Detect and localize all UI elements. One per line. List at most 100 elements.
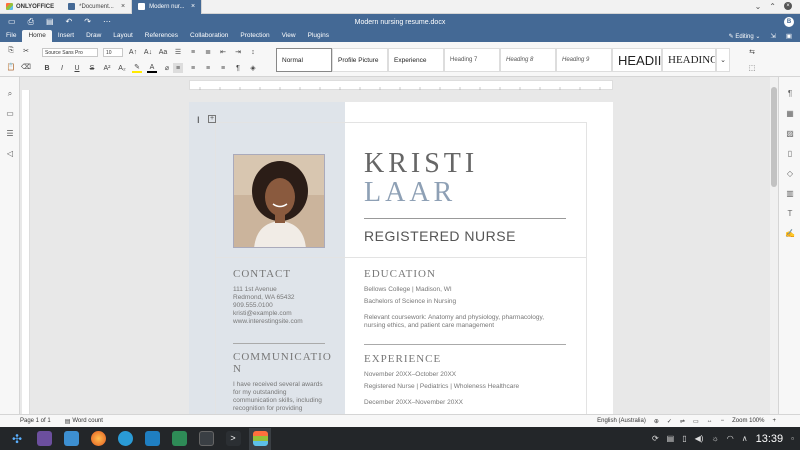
decrease-font-icon[interactable]: A↓ (143, 47, 153, 57)
brightness-icon[interactable]: ☼ (711, 434, 718, 443)
clipboard-icon[interactable]: ▤ (667, 434, 675, 443)
style-heading-9[interactable]: Heading 9 (556, 48, 612, 72)
track-changes-icon[interactable]: ⇌ (680, 418, 685, 425)
align-left-icon[interactable]: ≡ (173, 63, 183, 73)
justify-icon[interactable]: ≡ (218, 63, 228, 73)
signature-icon[interactable]: ✍ (785, 229, 795, 239)
decrease-indent-icon[interactable]: ⇤ (218, 47, 228, 57)
styles-more-icon[interactable]: ⌄ (716, 48, 730, 72)
highlight-icon[interactable]: ✎ (132, 63, 142, 73)
word-count-label[interactable]: Word count (72, 418, 103, 424)
zoom-out-icon[interactable]: − (721, 418, 725, 424)
file-manager-icon[interactable] (60, 428, 82, 450)
clock[interactable]: 13:39 (756, 433, 784, 445)
app-launcher-icon[interactable]: ✣ (6, 428, 28, 450)
style-heading-2[interactable]: HEADINC (662, 48, 716, 72)
font-name-select[interactable]: Source Sans Pro (42, 47, 98, 57)
line-spacing-icon[interactable]: ↕ (248, 47, 258, 57)
bold-icon[interactable]: B (42, 63, 52, 73)
user-avatar[interactable]: B (784, 17, 794, 27)
format-painter-icon[interactable]: ⌫ (21, 62, 31, 72)
page-count[interactable]: Page 1 of 1 (20, 418, 51, 424)
style-heading-7[interactable]: Heading 7 (444, 48, 500, 72)
superscript-icon[interactable]: A² (102, 63, 112, 73)
numbering-icon[interactable]: ≡ (188, 47, 198, 57)
multilevel-icon[interactable]: ≣ (203, 47, 213, 57)
table-move-handle-icon[interactable]: + (208, 115, 216, 123)
document-tab-1[interactable]: *Document... × (62, 0, 133, 14)
align-center-icon[interactable]: ≡ (188, 63, 198, 73)
store-icon[interactable] (141, 428, 163, 450)
tab-layout[interactable]: Layout (107, 30, 139, 42)
volume-icon[interactable]: ◀) (695, 434, 704, 443)
search-icon[interactable]: ⌕ (5, 89, 15, 99)
vertical-scrollbar[interactable] (770, 77, 778, 414)
open-location-icon[interactable]: ⇲ (770, 32, 775, 40)
nonprinting-chars-icon[interactable]: ¶ (233, 63, 243, 73)
onlyoffice-taskbar-icon[interactable] (249, 427, 271, 450)
terminal-icon[interactable] (195, 428, 217, 450)
wifi-icon[interactable]: ◠ (727, 434, 734, 443)
style-heading-8[interactable]: Heading 8 (500, 48, 556, 72)
font-color-icon[interactable]: A (147, 63, 157, 73)
show-desktop-icon[interactable]: ▫ (791, 434, 794, 443)
side-panel-icon[interactable]: ▣ (786, 32, 792, 40)
konsole-icon[interactable]: > (222, 428, 244, 450)
paragraph-settings-icon[interactable]: ¶ (785, 89, 795, 99)
tab-protection[interactable]: Protection (234, 30, 275, 42)
paste-icon[interactable]: 📋 (6, 62, 16, 72)
tab-draw[interactable]: Draw (80, 30, 107, 42)
zoom-level[interactable]: Zoom 100% (732, 418, 764, 424)
tab-collaboration[interactable]: Collaboration (184, 30, 234, 42)
style-normal[interactable]: Normal (276, 48, 332, 72)
bullets-icon[interactable]: ☰ (173, 47, 183, 57)
style-heading-1[interactable]: HEADII (612, 48, 662, 72)
close-window-icon[interactable]: × (784, 2, 792, 10)
tab-plugins[interactable]: Plugins (302, 30, 335, 42)
replace-icon[interactable]: ⇆ (747, 47, 757, 57)
increase-indent-icon[interactable]: ⇥ (233, 47, 243, 57)
align-right-icon[interactable]: ≡ (203, 63, 213, 73)
profile-photo[interactable] (233, 154, 325, 248)
font-size-select[interactable]: 10 (103, 47, 123, 57)
comments-icon[interactable]: ▭ (5, 109, 15, 119)
document-tab-2[interactable]: Modern nur... × (132, 0, 203, 14)
italic-icon[interactable]: I (57, 63, 67, 73)
zoom-in-icon[interactable]: + (772, 418, 776, 424)
increase-font-icon[interactable]: A↑ (128, 47, 138, 57)
feedback-icon[interactable]: ◁ (5, 149, 15, 159)
maximize-icon[interactable]: ⌃ (769, 2, 776, 11)
editing-mode-button[interactable]: ✎ Editing ⌄ (729, 33, 761, 40)
tray-expand-icon[interactable]: ∧ (742, 434, 748, 443)
minimize-icon[interactable]: ⌄ (755, 2, 762, 11)
fit-page-icon[interactable]: ▭ (693, 418, 699, 425)
tab-references[interactable]: References (139, 30, 184, 42)
clear-style-icon[interactable]: ⌀ (162, 63, 172, 73)
style-profile-picture[interactable]: Profile Picture (332, 48, 388, 72)
system-settings-icon[interactable] (33, 428, 55, 450)
copy-icon[interactable]: ⎘ (6, 46, 16, 56)
navigation-icon[interactable]: ☰ (5, 129, 15, 139)
chart-settings-icon[interactable]: ▥ (785, 189, 795, 199)
close-tab-icon[interactable]: × (191, 3, 195, 10)
spellcheck-icon[interactable]: ✓ (667, 418, 672, 425)
language-icon[interactable]: ⊕ (654, 418, 659, 425)
image-settings-icon[interactable]: ▨ (785, 129, 795, 139)
tab-home[interactable]: Home (22, 30, 52, 42)
sync-icon[interactable]: ⟳ (652, 434, 659, 443)
firefox-icon[interactable] (87, 428, 109, 450)
shape-settings-icon[interactable]: ◇ (785, 169, 795, 179)
discover-icon[interactable] (114, 428, 136, 450)
close-tab-icon[interactable]: × (121, 3, 125, 10)
document-page[interactable]: I + KRISTI LAAR REGISTERED NURSE CONTACT… (189, 102, 613, 414)
text-art-icon[interactable]: T (785, 209, 795, 219)
image-viewer-icon[interactable] (168, 428, 190, 450)
tab-insert[interactable]: Insert (52, 30, 80, 42)
underline-icon[interactable]: U (72, 63, 82, 73)
tab-file[interactable]: File (0, 30, 22, 42)
fit-width-icon[interactable]: ↔ (707, 418, 713, 424)
language-select[interactable]: English (Australia) (597, 418, 646, 424)
change-case-icon[interactable]: Aa (158, 47, 168, 57)
select-all-icon[interactable]: ⬚ (747, 63, 757, 73)
header-footer-icon[interactable]: ▯ (785, 149, 795, 159)
